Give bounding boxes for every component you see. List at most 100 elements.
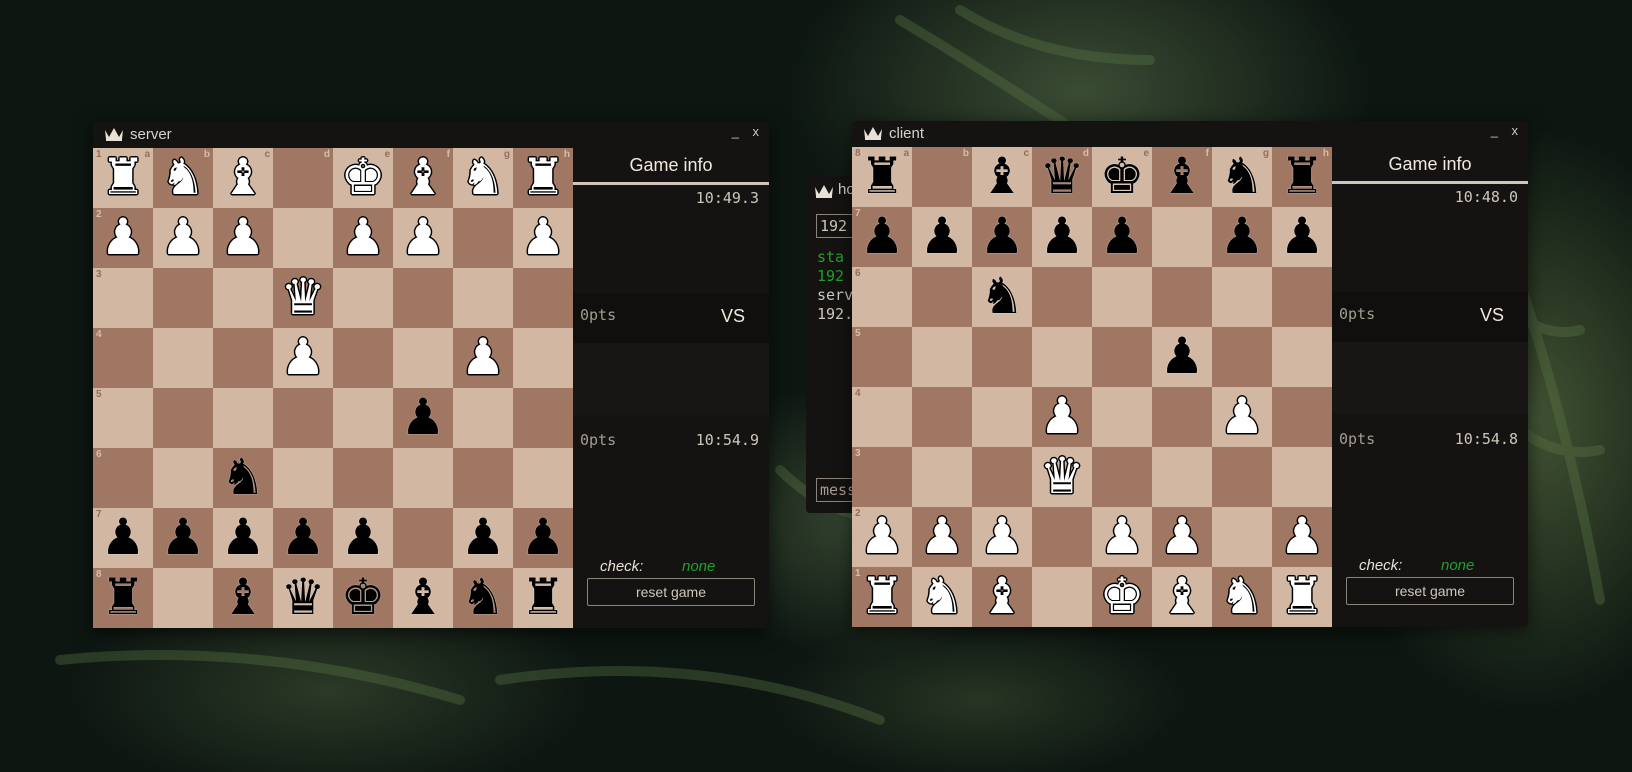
board-square[interactable]: [213, 388, 273, 448]
board-square[interactable]: g ♞: [453, 148, 513, 208]
black-queen-piece[interactable]: ♛: [1032, 147, 1092, 207]
white-king-piece[interactable]: ♚: [333, 148, 393, 208]
board-square[interactable]: ♜: [513, 568, 573, 628]
black-rook-piece[interactable]: ♜: [513, 568, 573, 628]
board-square[interactable]: ♚: [333, 568, 393, 628]
black-queen-piece[interactable]: ♛: [273, 568, 333, 628]
board-square[interactable]: ♟: [393, 208, 453, 268]
board-square[interactable]: [513, 268, 573, 328]
white-pawn-piece[interactable]: ♟: [912, 507, 972, 567]
board-square[interactable]: ♟: [1212, 387, 1272, 447]
black-pawn-piece[interactable]: ♟: [1032, 207, 1092, 267]
board-square[interactable]: [453, 388, 513, 448]
board-square[interactable]: [1092, 327, 1152, 387]
white-pawn-piece[interactable]: ♟: [273, 328, 333, 388]
board-square[interactable]: ♟: [972, 207, 1032, 267]
black-rook-piece[interactable]: ♜: [93, 568, 153, 628]
board-square[interactable]: ♟: [912, 207, 972, 267]
board-square[interactable]: [972, 447, 1032, 507]
white-rook-piece[interactable]: ♜: [93, 148, 153, 208]
board-square[interactable]: [1032, 267, 1092, 327]
board-square[interactable]: 1 ♜: [852, 567, 912, 627]
board-square[interactable]: 3: [93, 268, 153, 328]
board-square[interactable]: ♟: [1032, 387, 1092, 447]
board-square[interactable]: [393, 328, 453, 388]
board-square[interactable]: [513, 388, 573, 448]
board-square[interactable]: h ♜: [1272, 147, 1332, 207]
white-rook-piece[interactable]: ♜: [852, 567, 912, 627]
black-knight-piece[interactable]: ♞: [972, 267, 1032, 327]
board-square[interactable]: [333, 268, 393, 328]
board-square[interactable]: ♞: [912, 567, 972, 627]
board-square[interactable]: [513, 448, 573, 508]
white-queen-piece[interactable]: ♛: [273, 268, 333, 328]
board-square[interactable]: ♝: [972, 567, 1032, 627]
board-square[interactable]: 2 ♟: [93, 208, 153, 268]
black-pawn-piece[interactable]: ♟: [93, 508, 153, 568]
black-pawn-piece[interactable]: ♟: [972, 207, 1032, 267]
black-bishop-piece[interactable]: ♝: [1152, 147, 1212, 207]
reset-game-button[interactable]: reset game: [1346, 577, 1514, 605]
black-bishop-piece[interactable]: ♝: [213, 568, 273, 628]
reset-game-button[interactable]: reset game: [587, 578, 755, 606]
board-square[interactable]: ♟: [273, 508, 333, 568]
minimize-button[interactable]: _: [732, 124, 739, 139]
board-square[interactable]: ♛: [273, 268, 333, 328]
black-rook-piece[interactable]: ♜: [852, 147, 912, 207]
white-pawn-piece[interactable]: ♟: [1272, 507, 1332, 567]
board-square[interactable]: 8 ♜: [93, 568, 153, 628]
black-pawn-piece[interactable]: ♟: [912, 207, 972, 267]
board-square[interactable]: 6: [93, 448, 153, 508]
black-pawn-piece[interactable]: ♟: [153, 508, 213, 568]
board-square[interactable]: ♞: [213, 448, 273, 508]
board-square[interactable]: [153, 448, 213, 508]
board-square[interactable]: [912, 387, 972, 447]
board-square[interactable]: 4: [852, 387, 912, 447]
board-square[interactable]: ♟: [1032, 207, 1092, 267]
board-square[interactable]: [393, 268, 453, 328]
board-square[interactable]: 8 a ♜: [852, 147, 912, 207]
close-button[interactable]: x: [1512, 123, 1519, 138]
white-rook-piece[interactable]: ♜: [1272, 567, 1332, 627]
minimize-button[interactable]: _: [1491, 123, 1498, 138]
board-square[interactable]: d ♛: [1032, 147, 1092, 207]
board-square[interactable]: 7 ♟: [852, 207, 912, 267]
board-square[interactable]: b: [912, 147, 972, 207]
board-square[interactable]: ♝: [393, 568, 453, 628]
board-square[interactable]: [393, 508, 453, 568]
board-square[interactable]: ♛: [1032, 447, 1092, 507]
board-square[interactable]: ♞: [972, 267, 1032, 327]
board-square[interactable]: g ♞: [1212, 147, 1272, 207]
board-square[interactable]: 4: [93, 328, 153, 388]
board-square[interactable]: 7 ♟: [93, 508, 153, 568]
board-square[interactable]: [1092, 447, 1152, 507]
board-square[interactable]: [1152, 387, 1212, 447]
white-bishop-piece[interactable]: ♝: [393, 148, 453, 208]
board-square[interactable]: ♟: [513, 508, 573, 568]
board-square[interactable]: ♟: [453, 508, 513, 568]
board-square[interactable]: 1 a ♜: [93, 148, 153, 208]
board-square[interactable]: [273, 388, 333, 448]
black-knight-piece[interactable]: ♞: [453, 568, 513, 628]
board-square[interactable]: [1212, 327, 1272, 387]
black-pawn-piece[interactable]: ♟: [333, 508, 393, 568]
board-square[interactable]: c ♝: [213, 148, 273, 208]
board-square[interactable]: 5: [852, 327, 912, 387]
board-square[interactable]: [972, 327, 1032, 387]
board-square[interactable]: [273, 208, 333, 268]
white-knight-piece[interactable]: ♞: [153, 148, 213, 208]
board-square[interactable]: [513, 328, 573, 388]
board-square[interactable]: ♟: [273, 328, 333, 388]
board-square[interactable]: ♟: [453, 328, 513, 388]
black-pawn-piece[interactable]: ♟: [1212, 207, 1272, 267]
black-king-piece[interactable]: ♚: [1092, 147, 1152, 207]
board-square[interactable]: [153, 388, 213, 448]
board-square[interactable]: f ♝: [1152, 147, 1212, 207]
black-pawn-piece[interactable]: ♟: [393, 388, 453, 448]
white-bishop-piece[interactable]: ♝: [972, 567, 1032, 627]
board-square[interactable]: [1032, 327, 1092, 387]
white-bishop-piece[interactable]: ♝: [213, 148, 273, 208]
black-pawn-piece[interactable]: ♟: [1272, 207, 1332, 267]
board-square[interactable]: [912, 447, 972, 507]
black-pawn-piece[interactable]: ♟: [213, 508, 273, 568]
